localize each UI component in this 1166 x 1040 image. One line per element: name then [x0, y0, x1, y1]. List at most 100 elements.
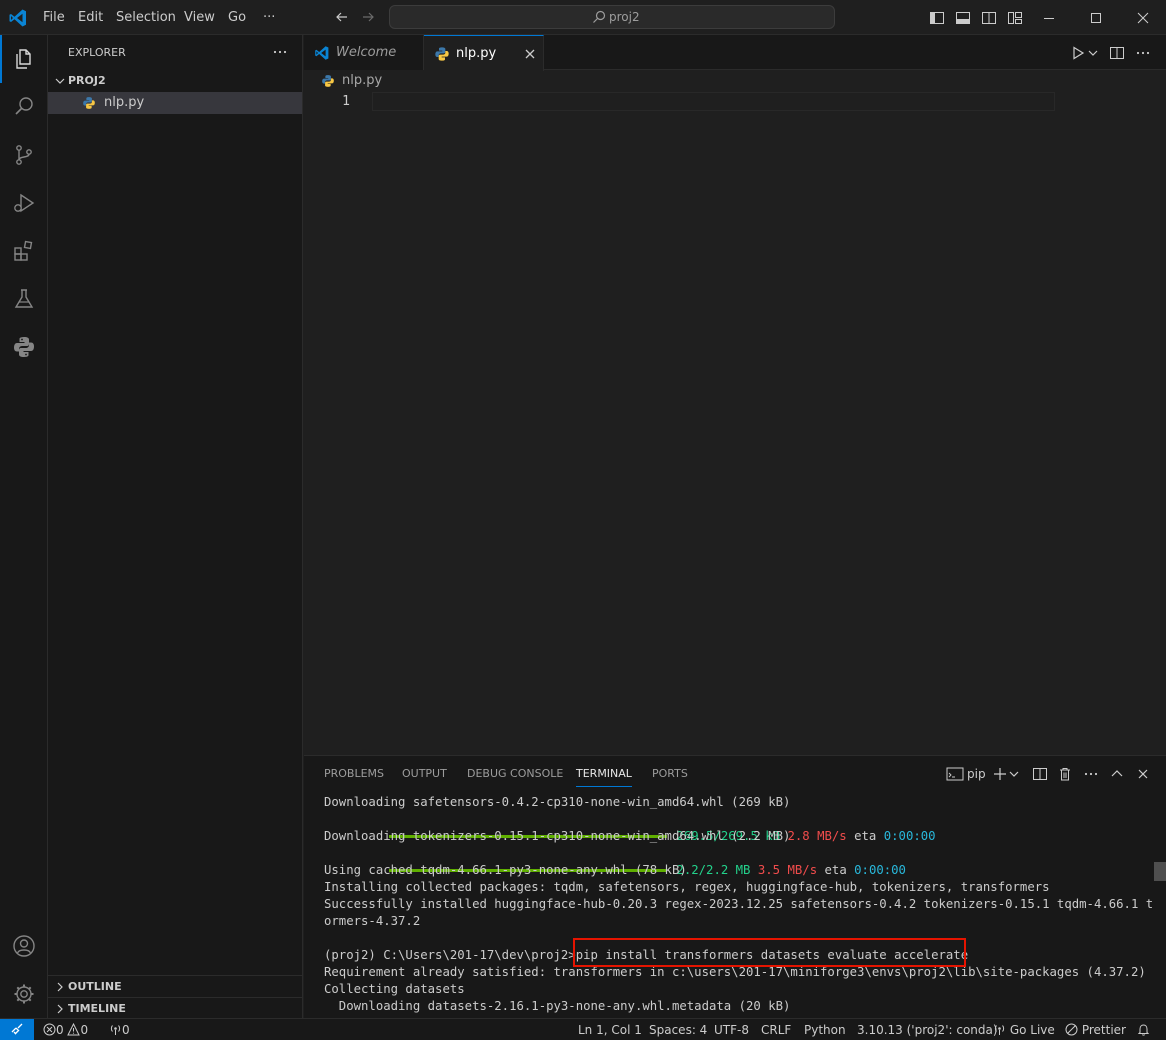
panel-tab-output[interactable]: OUTPUT	[402, 756, 447, 792]
encoding[interactable]: UTF-8	[714, 1019, 749, 1040]
error-icon	[43, 1023, 56, 1036]
progress-speed: 2.8 MB/s	[787, 829, 847, 843]
split-terminal-icon[interactable]	[1032, 766, 1048, 782]
cursor-position[interactable]: Ln 1, Col 1	[578, 1019, 642, 1040]
panel-tab-ports[interactable]: PORTS	[652, 756, 688, 792]
broadcast-icon	[110, 1025, 121, 1035]
timeline-section[interactable]: TIMELINE	[48, 997, 302, 1019]
terminal-instance[interactable]: pip	[946, 766, 994, 782]
menu-selection[interactable]: Selection	[116, 0, 176, 35]
toggle-primary-sidebar-icon[interactable]	[929, 10, 945, 26]
problems-status[interactable]: 0 0	[43, 1019, 88, 1040]
more-actions-icon[interactable]	[1135, 45, 1151, 61]
close-panel-icon[interactable]	[1135, 766, 1151, 782]
python-file-icon	[435, 47, 449, 61]
timeline-label: TIMELINE	[68, 1002, 126, 1015]
tab-nlp-py[interactable]: nlp.py	[424, 35, 544, 71]
bottom-panel: PROBLEMS OUTPUT DEBUG CONSOLE TERMINAL P…	[304, 755, 1166, 1018]
panel-tab-debug-console[interactable]: DEBUG CONSOLE	[467, 756, 563, 792]
folder-row-proj2[interactable]: PROJ2	[48, 70, 302, 92]
tab-welcome[interactable]: Welcome	[304, 35, 424, 70]
prettier-status[interactable]: Prettier	[1065, 1019, 1126, 1040]
ports-count: 0	[122, 1023, 130, 1037]
ports-status[interactable]: 0	[109, 1019, 130, 1040]
panel-tab-terminal[interactable]: TERMINAL	[576, 756, 632, 792]
toggle-panel-icon[interactable]	[955, 10, 971, 26]
maximize-panel-icon[interactable]	[1109, 766, 1125, 782]
breadcrumb: nlp.py	[304, 70, 1166, 92]
chevron-down-icon[interactable]	[1008, 766, 1020, 782]
code-editor[interactable]: 1	[304, 92, 1166, 755]
status-bar: 0 0 0 Ln 1, Col 1 Spaces: 4 UTF-8 CRLF P…	[0, 1018, 1166, 1040]
activity-testing[interactable]	[0, 275, 48, 323]
chevron-down-icon	[55, 78, 65, 84]
remote-indicator[interactable]	[0, 1019, 34, 1040]
go-live-label: Go Live	[1009, 1023, 1055, 1037]
breadcrumb-file[interactable]: nlp.py	[342, 70, 382, 92]
run-icon[interactable]	[1070, 45, 1086, 61]
back-arrow-icon[interactable]	[334, 9, 350, 25]
activity-run-debug[interactable]	[0, 179, 48, 227]
warning-count: 0	[80, 1023, 89, 1037]
menu-more[interactable]: ···	[263, 0, 275, 35]
tab-label: nlp.py	[456, 46, 497, 61]
menu-go[interactable]: Go	[228, 0, 246, 35]
file-row-nlp-py[interactable]: nlp.py	[48, 92, 302, 114]
activity-search[interactable]	[0, 83, 48, 131]
close-window-icon[interactable]	[1135, 10, 1151, 26]
progress-size: 2.2/2.2 MB	[676, 863, 751, 877]
close-icon[interactable]	[522, 46, 538, 62]
activity-manage[interactable]	[0, 970, 48, 1018]
python-file-icon	[83, 97, 95, 109]
line-ending[interactable]: CRLF	[761, 1019, 791, 1040]
activity-explorer[interactable]	[0, 35, 48, 83]
terminal-cmd-icon	[946, 767, 964, 781]
terminal-name: pip	[967, 767, 986, 781]
activity-source-control[interactable]	[0, 131, 48, 179]
editor-tab-bar: Welcome nlp.py	[304, 35, 1166, 71]
menu-file[interactable]: File	[43, 0, 65, 35]
remote-icon	[11, 1023, 23, 1035]
forward-arrow-icon[interactable]	[360, 9, 376, 25]
more-actions-icon[interactable]	[1083, 766, 1099, 782]
toggle-secondary-sidebar-icon[interactable]	[981, 10, 997, 26]
maximize-icon[interactable]	[1088, 10, 1104, 26]
panel-tab-problems[interactable]: PROBLEMS	[324, 756, 384, 792]
chevron-down-icon[interactable]	[1087, 45, 1099, 61]
broadcast-icon	[994, 1025, 1005, 1035]
chevron-right-icon	[57, 1004, 63, 1014]
python-file-icon	[322, 75, 334, 87]
activity-accounts[interactable]	[0, 922, 48, 970]
progress-speed: 3.5 MB/s	[757, 863, 818, 877]
language-mode[interactable]: Python	[804, 1019, 846, 1040]
explorer-sidebar: EXPLORER PROJ2 nlp.py OUTLINE TIMELINE	[48, 35, 303, 1018]
tab-label: Welcome	[336, 45, 397, 60]
notifications-button[interactable]	[1137, 1019, 1150, 1040]
menu-view[interactable]: View	[184, 0, 215, 35]
outline-section[interactable]: OUTLINE	[48, 975, 302, 997]
source-control-icon	[16, 145, 32, 165]
minimize-icon[interactable]	[1041, 10, 1057, 26]
go-live-button[interactable]: Go Live	[993, 1019, 1055, 1040]
customize-layout-icon[interactable]	[1007, 10, 1023, 26]
account-icon	[13, 935, 35, 957]
command-center-search[interactable]: proj2	[389, 5, 835, 29]
menu-edit[interactable]: Edit	[78, 0, 103, 35]
terminal-scrollbar[interactable]	[1154, 862, 1166, 881]
terminal-line: Installing collected packages: tqdm, saf…	[324, 880, 1050, 894]
activity-python[interactable]	[0, 323, 48, 371]
terminal-line: Downloading datasets-2.16.1-py3-none-any…	[324, 999, 791, 1013]
python-interpreter[interactable]: 3.10.13 ('proj2': conda)	[857, 1019, 998, 1040]
file-label: nlp.py	[104, 95, 145, 110]
activity-extensions[interactable]	[0, 227, 48, 275]
new-terminal-icon[interactable]	[992, 766, 1008, 782]
terminal-output[interactable]: Downloading safetensors-0.4.2-cp310-none…	[324, 794, 1154, 1019]
run-debug-icon	[14, 193, 35, 213]
trash-icon[interactable]	[1057, 766, 1073, 782]
indentation[interactable]: Spaces: 4	[649, 1019, 707, 1040]
more-actions-icon[interactable]	[272, 44, 288, 60]
split-editor-icon[interactable]	[1109, 45, 1125, 61]
bell-icon	[1137, 1024, 1150, 1036]
line-number: 1	[342, 94, 350, 109]
search-icon	[593, 10, 606, 23]
